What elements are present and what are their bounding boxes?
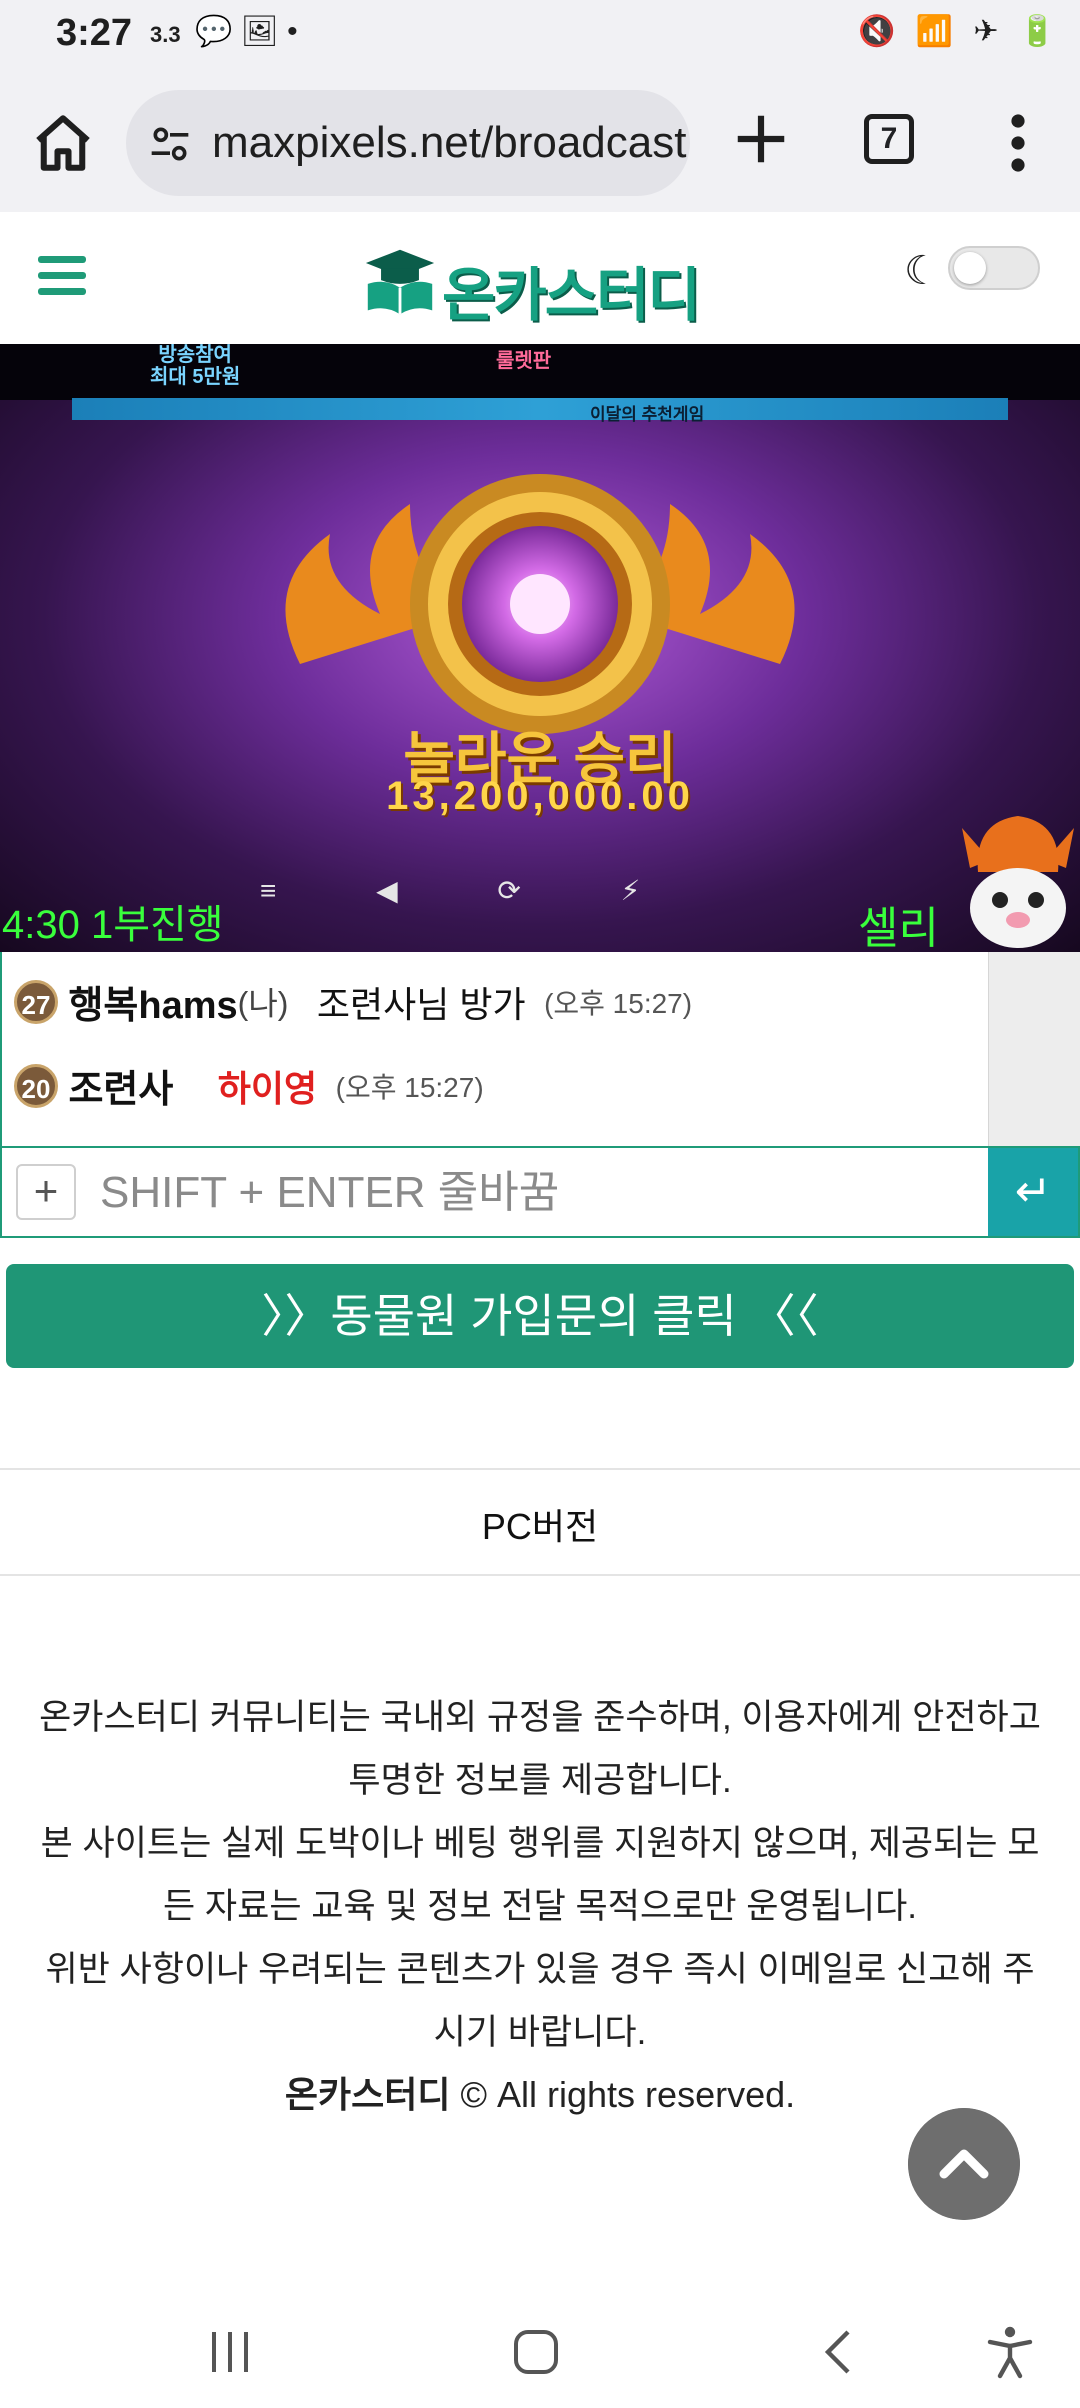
me-tag: (나)	[237, 985, 289, 1022]
chat-time: (오후 15:27)	[335, 1071, 484, 1103]
disclaimer-line: 온카스터디 커뮤니티는 국내외 규정을 준수하며, 이용자에게 안전하고 투명한…	[39, 1698, 1041, 1800]
site-settings-icon[interactable]	[148, 122, 192, 166]
copyright-text: © All rights reserved.	[460, 2074, 796, 2115]
disclaimer-line: 본 사이트는 실제 도박이나 베팅 행위를 지원하지 않으며, 제공되는 모든 …	[40, 1824, 1040, 1926]
hamburger-menu-icon[interactable]	[38, 256, 86, 298]
copyright: 온카스터디 © All rights reserved.	[0, 2066, 1080, 2118]
home-icon[interactable]	[30, 110, 96, 176]
chat-text: 조련사님 방가	[316, 983, 526, 1025]
logo-text: 온카스터디	[442, 263, 701, 328]
chat-message: 20 조련사 하이영 (오후 15:27)	[14, 1058, 484, 1118]
chat-input-bar: + ↵	[0, 1146, 1080, 1238]
chat-nick[interactable]: 조련사	[68, 1069, 173, 1111]
video-banner	[72, 398, 1008, 420]
status-time: 3:27	[56, 12, 133, 54]
overlay-time: 4:30 1부진행	[2, 903, 224, 947]
overlay-streamer-name: 셀리	[858, 904, 939, 952]
android-nav-bar	[0, 2296, 1080, 2408]
home-nav-icon[interactable]	[508, 2324, 564, 2380]
new-tab-icon[interactable]	[730, 108, 792, 170]
chat-nick[interactable]: 행복hams	[68, 985, 237, 1027]
dark-mode-toggle[interactable]	[948, 246, 1040, 290]
chat-plus-button[interactable]: +	[16, 1164, 76, 1220]
video-banner-text: 이달의 추천게임	[590, 405, 705, 424]
join-inquiry-button[interactable]: 〉〉동물원 가입문의 클릭 〈〈	[6, 1264, 1074, 1368]
promo-line-1: 방송참여	[158, 344, 232, 366]
address-bar[interactable]: maxpixels.net/broadcast	[126, 90, 690, 196]
back-icon[interactable]	[818, 2324, 858, 2380]
moon-icon: ☾	[904, 249, 940, 293]
site-header: 온카스터디 ☾	[0, 212, 1080, 344]
url-text[interactable]: maxpixels.net/broadcast	[212, 118, 686, 168]
accessibility-icon[interactable]	[984, 2324, 1036, 2380]
chat-panel: 27 행복hams(나) 조련사님 방가 (오후 15:27) 20 조련사 하…	[0, 952, 1080, 1146]
network-speed: 3.3	[150, 22, 181, 47]
disclaimer-line: 위반 사항이나 우려되는 콘텐츠가 있을 경우 즉시 이메일로 신고해 주시기 …	[45, 1950, 1035, 2052]
chat-message: 27 행복hams(나) 조련사님 방가 (오후 15:27)	[14, 974, 692, 1034]
system-icons: 🔇 📶 ✈ 🔋	[858, 15, 1063, 48]
scroll-to-top-button[interactable]	[908, 2108, 1020, 2220]
footer-disclaimer: 온카스터디 커뮤니티는 국내외 규정을 준수하며, 이용자에게 안전하고 투명한…	[30, 1686, 1050, 2064]
chat-text: 하이영	[217, 1067, 318, 1109]
mascot-character-icon	[962, 816, 1074, 948]
chat-time: (오후 15:27)	[544, 987, 693, 1019]
chat-scrollbar[interactable]	[988, 952, 1080, 1146]
pc-version-section: PC버전	[0, 1468, 1080, 1576]
promo-line-2: 최대 5만원	[150, 366, 241, 388]
pc-version-link[interactable]: PC버전	[0, 1498, 1080, 1550]
level-badge: 27	[14, 979, 58, 1024]
level-badge: 20	[14, 1063, 58, 1108]
send-button[interactable]: ↵	[988, 1148, 1078, 1236]
chat-input[interactable]	[98, 1156, 982, 1230]
graduation-book-icon	[365, 249, 435, 315]
site-logo[interactable]: 온카스터디	[362, 242, 722, 328]
more-menu-icon[interactable]	[1000, 110, 1036, 176]
broadcast-video[interactable]: 방송참여 최대 5만원 룰렛판 이달의 추천게임 놀라운 승리 13,200,0…	[0, 344, 1080, 952]
tab-switcher-button[interactable]: 7	[864, 114, 914, 164]
win-amount: 13,200,000.00	[386, 774, 694, 818]
recent-apps-icon[interactable]	[206, 2324, 254, 2380]
copyright-brand: 온카스터디	[284, 2074, 451, 2115]
slot-controls: ≡ ◀ ⟳ ⚡	[260, 875, 687, 906]
notification-icons: 💬 🖼 •	[195, 15, 298, 48]
video-promo-mid: 룰렛판	[496, 350, 552, 372]
browser-toolbar: maxpixels.net/broadcast 7	[0, 72, 1080, 214]
status-bar: 3:27 3.3 💬 🖼 • 🔇 📶 ✈ 🔋	[0, 0, 1080, 72]
video-promo-left: 방송참여 최대 5만원	[150, 344, 240, 388]
